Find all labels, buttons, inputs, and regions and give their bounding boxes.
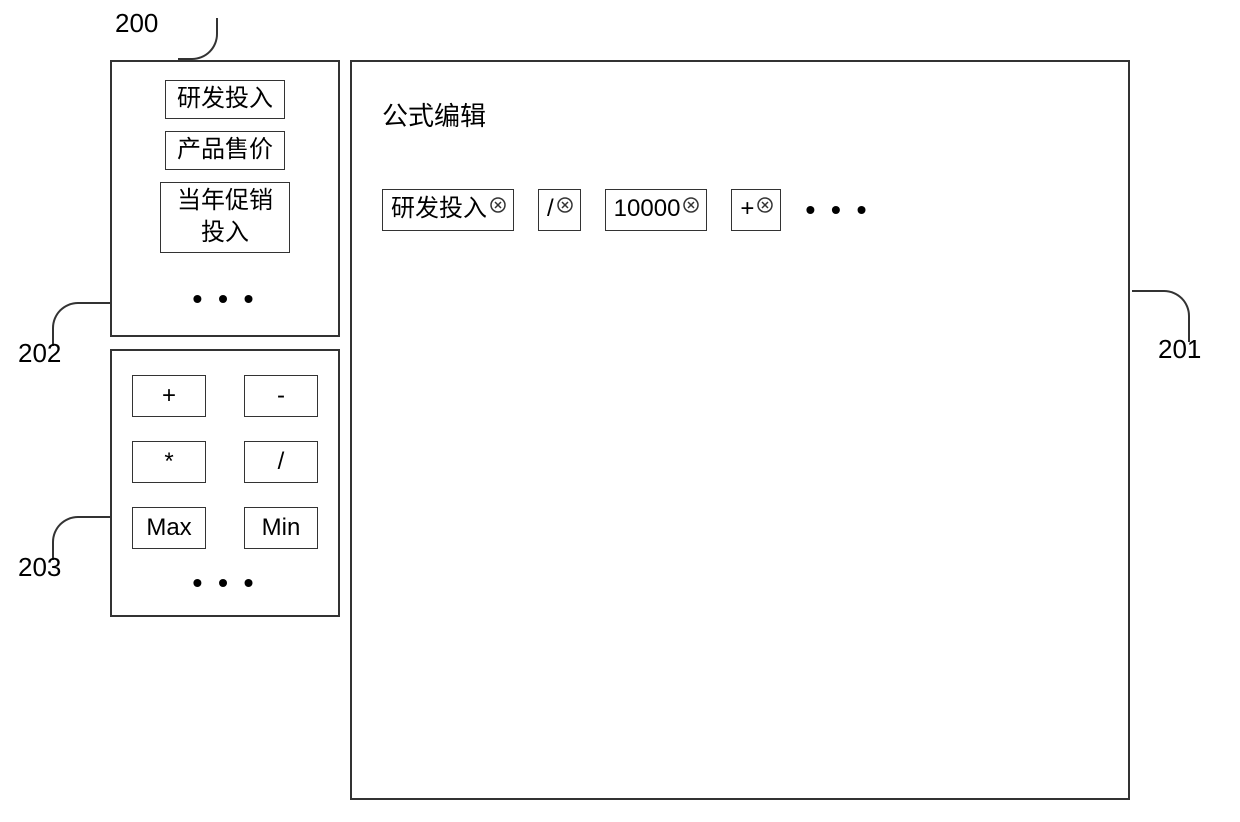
variable-label: 当年促销投入: [177, 187, 273, 245]
editor-title: 公式编辑: [382, 96, 1098, 133]
close-icon[interactable]: [682, 196, 700, 214]
formula-token-row: 研发投入 / 10000 +: [382, 189, 1098, 231]
operators-panel: + - * / Max Min • • •: [110, 349, 340, 617]
operator-label: *: [164, 448, 173, 476]
operator-max-button[interactable]: Max: [132, 507, 206, 549]
operator-grid: + - * / Max Min: [124, 375, 326, 549]
operator-label: /: [278, 448, 285, 476]
variables-panel: 研发投入 产品售价 当年促销投入 • • •: [110, 60, 340, 337]
close-icon[interactable]: [556, 196, 574, 214]
variable-button[interactable]: 研发投入: [165, 80, 285, 119]
variable-label: 研发投入: [177, 85, 273, 112]
ref-label-201: 201: [1158, 334, 1201, 365]
token-text: 研发投入: [391, 192, 487, 226]
more-indicator: • • •: [805, 194, 870, 226]
ref-label-200: 200: [115, 8, 158, 39]
operator-min-button[interactable]: Min: [244, 507, 318, 549]
variable-label: 产品售价: [177, 136, 273, 163]
operator-plus-button[interactable]: +: [132, 375, 206, 417]
operator-minus-button[interactable]: -: [244, 375, 318, 417]
variable-button[interactable]: 当年促销投入: [160, 182, 290, 252]
callout-hook-200: [178, 18, 218, 60]
operator-label: Max: [146, 514, 191, 542]
token-text: /: [547, 192, 554, 226]
ref-label-203: 203: [18, 552, 61, 583]
formula-token[interactable]: +: [731, 189, 781, 231]
close-icon[interactable]: [489, 196, 507, 214]
operator-label: -: [277, 382, 285, 410]
operator-label: +: [162, 382, 176, 410]
formula-token[interactable]: 研发投入: [382, 189, 514, 231]
figure-canvas: 研发投入 产品售价 当年促销投入 • • • + - *: [110, 60, 1130, 800]
more-indicator: • • •: [193, 567, 258, 599]
ref-label-202: 202: [18, 338, 61, 369]
formula-token[interactable]: 10000: [605, 189, 708, 231]
formula-token[interactable]: /: [538, 189, 581, 231]
sidebar: 研发投入 产品售价 当年促销投入 • • • + - *: [110, 60, 340, 617]
variable-button[interactable]: 产品售价: [165, 131, 285, 170]
operator-divide-button[interactable]: /: [244, 441, 318, 483]
more-indicator: • • •: [193, 283, 258, 315]
token-text: +: [740, 192, 754, 226]
operator-label: Min: [262, 514, 301, 542]
operator-multiply-button[interactable]: *: [132, 441, 206, 483]
close-icon[interactable]: [756, 196, 774, 214]
token-text: 10000: [614, 192, 681, 226]
formula-editor-panel: 公式编辑 研发投入 / 10000 +: [350, 60, 1130, 800]
